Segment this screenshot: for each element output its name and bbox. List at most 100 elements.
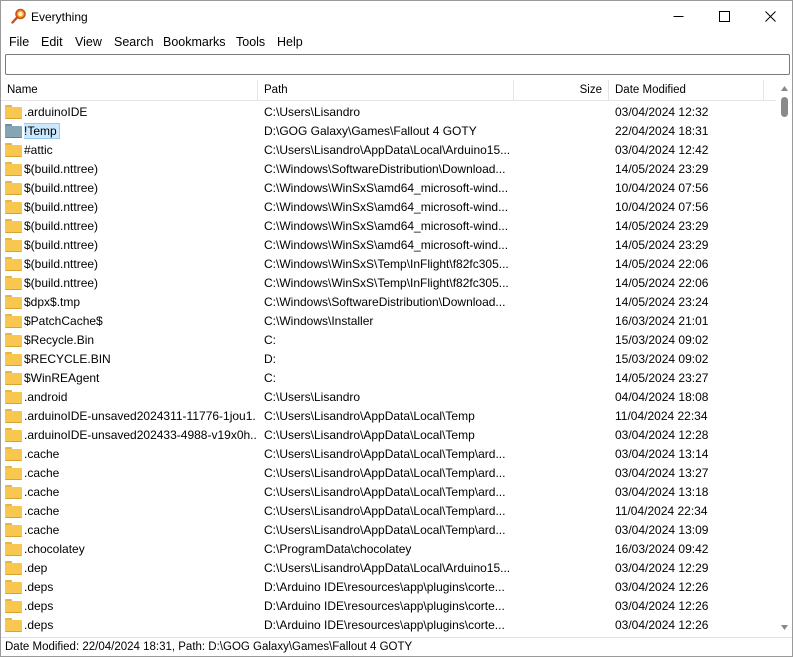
table-row[interactable]: #attic C:\Users\Lisandro\AppData\Local\Ar… [1, 141, 776, 160]
table-row[interactable]: .android C:\Users\Lisandro 04/04/2024 18:0… [1, 388, 776, 407]
menu-help[interactable]: Help [277, 35, 303, 49]
table-row[interactable]: .arduinoIDE-unsaved202433-4988-v19x0h...… [1, 426, 776, 445]
row-date-modified: 15/03/2024 09:02 [615, 352, 709, 366]
row-date-modified: 03/04/2024 12:26 [615, 599, 709, 613]
table-row[interactable]: .arduinoIDE C:\Users\Lisandro 03/04/2024 1… [1, 103, 776, 122]
table-row[interactable]: $WinREAgent C: 14/05/2024 23:27 [1, 369, 776, 388]
search-input[interactable] [5, 54, 790, 75]
table-row[interactable]: .deps D:\Arduino IDE\resources\app\plugin… [1, 597, 776, 616]
table-row[interactable]: $RECYCLE.BIN D: 15/03/2024 09:02 [1, 350, 776, 369]
status-bar: Date Modified: 22/04/2024 18:31, Path: D… [1, 637, 792, 656]
row-path: C:\Users\Lisandro\AppData\Local\Temp [264, 409, 475, 423]
table-row[interactable]: .chocolatey C:\ProgramData\chocolatey 16/0… [1, 540, 776, 559]
table-row[interactable]: .cache C:\Users\Lisandro\AppData\Local\Te… [1, 445, 776, 464]
item-name: $(build.nttree) [24, 181, 99, 195]
row-name: .cache [24, 483, 256, 502]
row-date-modified: 03/04/2024 12:29 [615, 561, 709, 575]
row-name: $dpx$.tmp [24, 293, 256, 312]
item-name: .cache [24, 447, 60, 461]
scroll-down-arrow[interactable] [777, 619, 792, 635]
item-name: $WinREAgent [24, 371, 100, 385]
folder-icon [5, 561, 22, 575]
folder-icon [5, 162, 22, 176]
minimize-button[interactable] [655, 1, 701, 32]
table-row[interactable]: $dpx$.tmp C:\Windows\SoftwareDistribution… [1, 293, 776, 312]
item-name: .cache [24, 485, 60, 499]
row-date-modified: 11/04/2024 22:34 [615, 409, 708, 423]
row-name: $(build.nttree) [24, 198, 256, 217]
item-name: .deps [24, 580, 54, 594]
folder-icon [5, 504, 22, 518]
folder-icon [5, 276, 22, 290]
table-row[interactable]: .arduinoIDE-unsaved2024311-11776-1jou1..… [1, 407, 776, 426]
row-path: C:\Windows\WinSxS\Temp\InFlight\f82fc305… [264, 276, 509, 290]
table-row[interactable]: $(build.nttree) C:\Windows\WinSxS\Temp\In… [1, 255, 776, 274]
scroll-thumb[interactable] [781, 97, 788, 117]
row-path: C:\Users\Lisandro\AppData\Local\Temp\ard… [264, 447, 506, 461]
table-row[interactable]: $(build.nttree) C:\Windows\SoftwareDistri… [1, 160, 776, 179]
menu-search[interactable]: Search [114, 35, 154, 49]
table-row[interactable]: .cache C:\Users\Lisandro\AppData\Local\Te… [1, 483, 776, 502]
table-row[interactable]: $(build.nttree) C:\Windows\WinSxS\amd64_m… [1, 236, 776, 255]
folder-icon [5, 105, 22, 119]
item-name: $(build.nttree) [24, 276, 99, 290]
close-button[interactable] [747, 1, 793, 32]
column-header-date-modified[interactable]: Date Modified [609, 80, 764, 101]
folder-icon [5, 618, 22, 632]
table-row[interactable]: .dep C:\Users\Lisandro\AppData\Local\Ardu… [1, 559, 776, 578]
table-row[interactable]: .deps D:\Arduino IDE\resources\app\plugin… [1, 578, 776, 597]
item-name: .cache [24, 523, 60, 537]
row-date-modified: 14/05/2024 23:29 [615, 219, 709, 233]
row-path: D: [264, 352, 276, 366]
table-row[interactable]: $PatchCache$ C:\Windows\Installer 16/03/20… [1, 312, 776, 331]
table-row[interactable]: .cache C:\Users\Lisandro\AppData\Local\Te… [1, 521, 776, 540]
row-date-modified: 14/05/2024 22:06 [615, 257, 709, 271]
folder-icon [5, 200, 22, 214]
item-name: $dpx$.tmp [24, 295, 81, 309]
row-date-modified: 04/04/2024 18:08 [615, 390, 709, 404]
column-header-path[interactable]: Path [258, 80, 514, 101]
menu-view[interactable]: View [75, 35, 102, 49]
table-row[interactable]: $(build.nttree) C:\Windows\WinSxS\Temp\In… [1, 274, 776, 293]
table-row[interactable]: !Temp D:\GOG Galaxy\Games\Fallout 4 GOTY 2… [1, 122, 776, 141]
maximize-button[interactable] [701, 1, 747, 32]
row-path: C:\Users\Lisandro\AppData\Local\Temp\ard… [264, 485, 506, 499]
row-date-modified: 03/04/2024 12:32 [615, 105, 709, 119]
folder-icon [5, 409, 22, 423]
row-date-modified: 03/04/2024 12:26 [615, 580, 709, 594]
menu-file[interactable]: File [9, 35, 29, 49]
table-row[interactable]: $(build.nttree) C:\Windows\WinSxS\amd64_m… [1, 217, 776, 236]
row-path: C: [264, 371, 276, 385]
row-path: C:\ProgramData\chocolatey [264, 542, 412, 556]
row-path: D:\GOG Galaxy\Games\Fallout 4 GOTY [264, 124, 477, 138]
column-header-name[interactable]: Name [1, 80, 258, 101]
table-row[interactable]: .cache C:\Users\Lisandro\AppData\Local\Te… [1, 502, 776, 521]
column-header-size[interactable]: Size [514, 80, 609, 101]
row-date-modified: 14/05/2024 23:29 [615, 162, 709, 176]
row-path: C:\Users\Lisandro\AppData\Local\Arduino1… [264, 561, 511, 575]
item-name: .cache [24, 504, 60, 518]
row-date-modified: 11/04/2024 22:34 [615, 504, 708, 518]
row-name: .arduinoIDE-unsaved202433-4988-v19x0h... [24, 426, 256, 445]
scroll-up-arrow[interactable] [777, 80, 792, 96]
folder-icon [5, 466, 22, 480]
row-name: $(build.nttree) [24, 255, 256, 274]
table-row[interactable]: $(build.nttree) C:\Windows\WinSxS\amd64_m… [1, 198, 776, 217]
title-bar[interactable]: Everything [1, 1, 792, 32]
table-row[interactable]: $(build.nttree) C:\Windows\WinSxS\amd64_m… [1, 179, 776, 198]
folder-icon [5, 542, 22, 556]
results-list[interactable]: Name Path Size Date Modified .arduinoIDE… [1, 80, 792, 635]
table-row[interactable]: .deps D:\Arduino IDE\resources\app\plugin… [1, 616, 776, 635]
row-name: .cache [24, 502, 256, 521]
item-name: .android [24, 390, 68, 404]
table-row[interactable]: .cache C:\Users\Lisandro\AppData\Local\Te… [1, 464, 776, 483]
menu-edit[interactable]: Edit [41, 35, 63, 49]
row-name: $(build.nttree) [24, 160, 256, 179]
menu-bookmarks[interactable]: Bookmarks [163, 35, 226, 49]
table-row[interactable]: $Recycle.Bin C: 15/03/2024 09:02 [1, 331, 776, 350]
scroll-down-arrow-icon [781, 624, 788, 630]
close-icon [764, 11, 776, 22]
menu-tools[interactable]: Tools [236, 35, 265, 49]
folder-icon [5, 485, 22, 499]
vertical-scrollbar[interactable] [777, 80, 792, 635]
